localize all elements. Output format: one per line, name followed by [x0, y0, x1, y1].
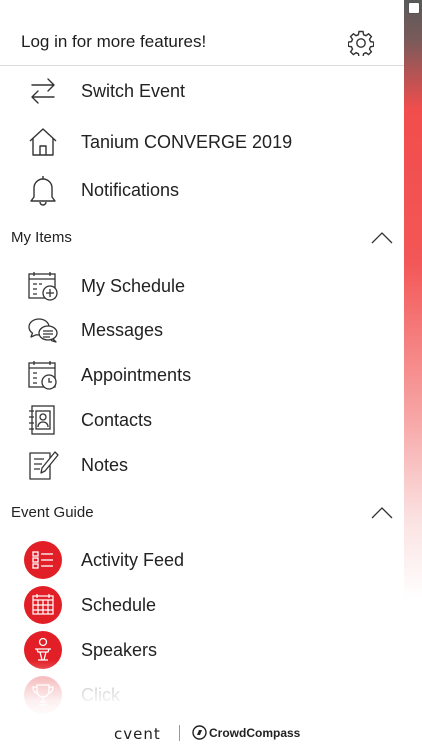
home-icon	[29, 128, 57, 156]
menu-item-contacts[interactable]: Contacts	[0, 398, 404, 442]
footer-branding: cvent CrowdCompass	[0, 716, 404, 750]
battery-icon	[408, 2, 420, 14]
cvent-logo: cvent	[114, 725, 161, 743]
menu-item-appointments[interactable]: Appointments	[0, 353, 404, 397]
speaker-podium-icon	[24, 631, 62, 669]
background-page-peek[interactable]	[404, 0, 422, 750]
menu-item-activity-feed[interactable]: Activity Feed	[0, 538, 404, 582]
crowdcompass-logo: CrowdCompass	[209, 726, 301, 740]
crowdcompass-logo-icon	[192, 725, 207, 740]
menu-item-notes[interactable]: Notes	[0, 443, 404, 487]
calendar-clock-icon	[28, 361, 57, 390]
section-event-guide[interactable]: Event Guide	[0, 495, 404, 531]
menu-item-schedule[interactable]: Schedule	[0, 583, 404, 627]
menu-item-messages[interactable]: Messages	[0, 308, 404, 352]
notepad-pencil-icon	[29, 451, 59, 480]
menu-item-click[interactable]: Click	[0, 673, 404, 717]
chevron-up-icon[interactable]	[371, 232, 393, 244]
list-icon	[24, 541, 62, 579]
menu-item-notifications[interactable]: Notifications	[0, 168, 404, 212]
menu-item-event-home[interactable]: Tanium CONVERGE 2019	[0, 120, 404, 164]
divider	[179, 725, 180, 741]
chat-bubbles-icon	[28, 318, 58, 343]
menu-item-speakers[interactable]: Speakers	[0, 628, 404, 672]
trophy-icon	[24, 676, 62, 714]
switch-arrows-icon	[31, 78, 55, 104]
menu-item-my-schedule[interactable]: My Schedule	[0, 264, 404, 308]
calendar-add-icon	[28, 272, 58, 301]
section-my-items[interactable]: My Items	[0, 220, 404, 256]
login-prompt[interactable]: Log in for more features!	[21, 32, 206, 52]
gear-icon[interactable]	[348, 30, 374, 56]
contact-book-icon	[29, 405, 55, 435]
menu-item-switch-event[interactable]: Switch Event	[0, 69, 404, 113]
side-menu: Log in for more features! Switch Event T	[0, 0, 404, 750]
chevron-up-icon[interactable]	[371, 507, 393, 519]
menu-header: Log in for more features!	[0, 0, 404, 66]
calendar-grid-icon	[24, 586, 62, 624]
bell-icon	[30, 176, 56, 206]
